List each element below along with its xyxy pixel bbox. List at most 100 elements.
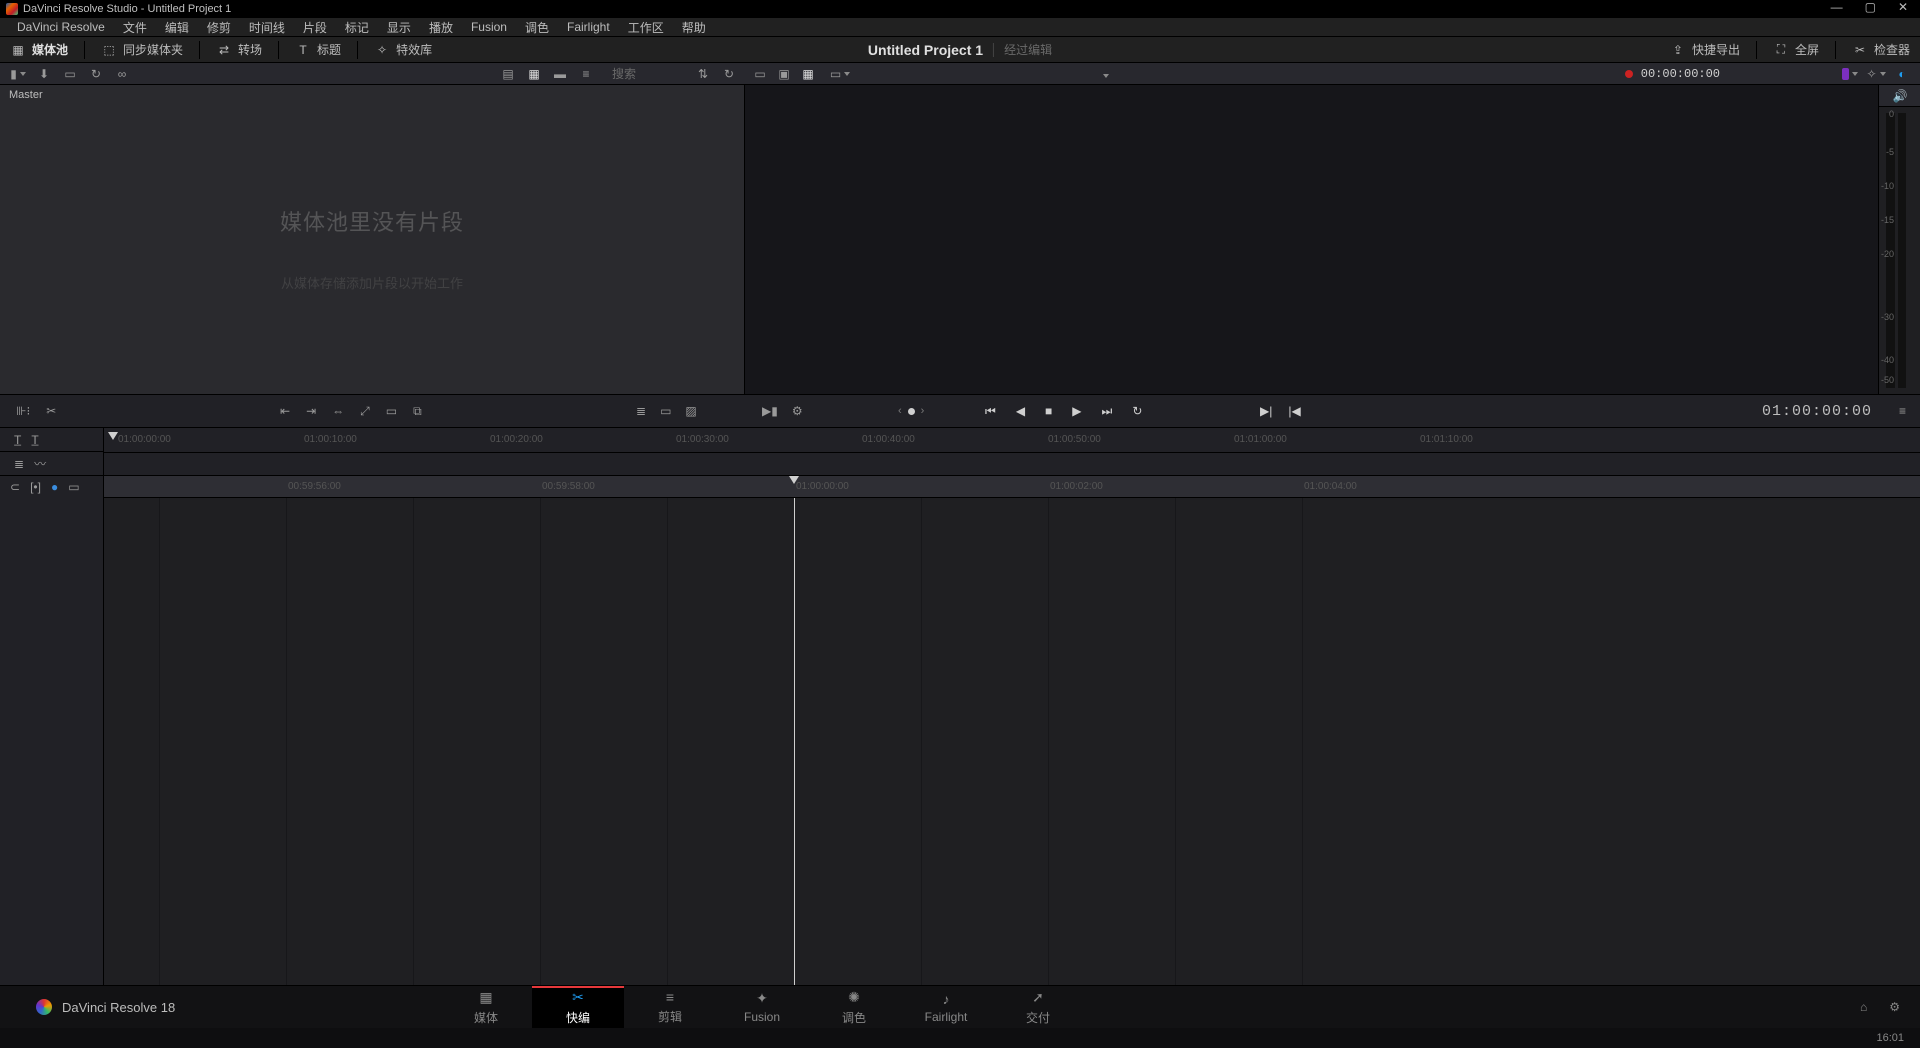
smart-insert-button[interactable]: ⇤ bbox=[280, 404, 290, 418]
timeline-track-headers[interactable] bbox=[0, 498, 104, 985]
page-tab-fairlight[interactable]: ♪Fairlight bbox=[900, 986, 992, 1028]
page-tab-fusion[interactable]: ✦Fusion bbox=[716, 986, 808, 1028]
bypass-button[interactable]: ◐ bbox=[1894, 67, 1910, 81]
maximize-button[interactable]: ▢ bbox=[1865, 0, 1876, 14]
ruler-tick: 01:00:40:00 bbox=[862, 434, 915, 445]
playhead-marker-icon[interactable] bbox=[108, 432, 118, 442]
marker-color-dropdown[interactable] bbox=[1842, 67, 1858, 81]
upper-ruler-track[interactable]: 01:00:00:00 01:00:10:00 01:00:20:00 01:0… bbox=[104, 428, 1920, 475]
project-settings-button[interactable]: ⚙ bbox=[1889, 1000, 1900, 1014]
page-tab-调色[interactable]: ✺调色 bbox=[808, 986, 900, 1028]
timeline-menu-button[interactable]: ≡ bbox=[1899, 404, 1906, 418]
strip-view-button[interactable]: ▬ bbox=[552, 67, 568, 81]
fast-review-button[interactable]: ▶▮ bbox=[762, 404, 778, 418]
quick-export-button[interactable]: ⇪快捷导出 bbox=[1670, 41, 1740, 58]
page-tab-快编[interactable]: ✂快编 bbox=[532, 986, 624, 1028]
menu-mark[interactable]: 标记 bbox=[336, 19, 378, 36]
sort-button[interactable]: ⇅ bbox=[695, 67, 711, 81]
effects-toggle[interactable]: ✧特效库 bbox=[374, 41, 432, 58]
next-edit-button[interactable]: ▶| bbox=[1260, 404, 1272, 418]
go-to-start-button[interactable]: ⏮ bbox=[985, 404, 996, 419]
menu-workspace[interactable]: 工作区 bbox=[619, 19, 673, 36]
minimize-button[interactable]: — bbox=[1831, 0, 1843, 14]
timeline-timecode[interactable]: 01:00:00:00 bbox=[1762, 403, 1872, 420]
menu-view[interactable]: 显示 bbox=[378, 19, 420, 36]
close-button[interactable]: ✕ bbox=[1898, 0, 1908, 14]
media-bin-name[interactable]: Master bbox=[0, 85, 744, 103]
timeline-ruler[interactable]: 00:59:56:00 00:59:58:00 01:00:00:00 01:0… bbox=[104, 476, 1920, 497]
menu-fusion[interactable]: Fusion bbox=[462, 20, 516, 34]
tools-1-button[interactable]: ≣ bbox=[636, 404, 646, 418]
marker-button[interactable]: [•] bbox=[30, 480, 41, 494]
go-to-end-button[interactable]: ⏭ bbox=[1102, 404, 1113, 419]
fullscreen-label: 全屏 bbox=[1795, 41, 1819, 58]
ruler-tick: 00:59:58:00 bbox=[542, 481, 595, 492]
split-clip-button[interactable]: ✂ bbox=[46, 404, 56, 418]
source-overwrite-button[interactable]: ⧉ bbox=[413, 404, 422, 419]
sync-bin-toggle[interactable]: ⬚同步媒体夹 bbox=[101, 41, 183, 58]
loop-button[interactable]: ↻ bbox=[1132, 404, 1142, 418]
bin-list-dropdown[interactable]: ▮ bbox=[10, 67, 26, 81]
fullscreen-button[interactable]: ⛶全屏 bbox=[1773, 41, 1819, 58]
home-button[interactable]: ⌂ bbox=[1860, 1000, 1867, 1014]
boring-detector-button[interactable]: ⊪⁝ bbox=[16, 404, 30, 418]
page-tab-剪辑[interactable]: ≡剪辑 bbox=[624, 986, 716, 1028]
media-pool-toggle[interactable]: ▦媒体池 bbox=[10, 41, 68, 58]
viewer-panel[interactable] bbox=[745, 85, 1878, 394]
timeline-playhead[interactable] bbox=[794, 498, 795, 985]
thumbnail-view-button[interactable]: ▦ bbox=[526, 67, 542, 81]
menu-edit[interactable]: 编辑 bbox=[156, 19, 198, 36]
stop-button[interactable]: ■ bbox=[1045, 404, 1052, 418]
titles-toggle[interactable]: T标题 bbox=[295, 41, 341, 58]
speaker-icon[interactable]: 🔊 bbox=[1879, 85, 1920, 107]
append-button[interactable]: ⇥ bbox=[306, 404, 316, 418]
closeup-button[interactable]: ⤢ bbox=[360, 404, 370, 419]
page-tab-媒体[interactable]: ▦媒体 bbox=[440, 986, 532, 1028]
viewer-option-dropdown[interactable]: ▭ bbox=[832, 67, 848, 81]
menu-help[interactable]: 帮助 bbox=[673, 19, 715, 36]
menu-file[interactable]: 文件 bbox=[114, 19, 156, 36]
page-tab-交付[interactable]: ➚交付 bbox=[992, 986, 1084, 1028]
tools-dropdown[interactable]: ✧ bbox=[1868, 67, 1884, 81]
menu-davinci[interactable]: DaVinci Resolve bbox=[8, 20, 114, 34]
place-on-top-button[interactable]: ▭ bbox=[386, 404, 397, 418]
track-tool-d-button[interactable]: 〰 bbox=[34, 455, 46, 472]
flag-button[interactable]: ● bbox=[51, 480, 58, 494]
source-timeline-button[interactable]: ▦ bbox=[800, 67, 816, 81]
menu-color[interactable]: 调色 bbox=[516, 19, 558, 36]
viewer-timecode: 00:00:00:00 bbox=[1641, 67, 1720, 81]
list-view-button[interactable]: ≡ bbox=[578, 67, 594, 81]
import-media-button[interactable]: ⬇ bbox=[36, 67, 52, 81]
new-bin-button[interactable]: ▭ bbox=[62, 67, 78, 81]
transitions-toggle[interactable]: ⇄转场 bbox=[216, 41, 262, 58]
zoom-dropdown[interactable] bbox=[1100, 67, 1109, 81]
source-clip-button[interactable]: ▣ bbox=[776, 67, 792, 81]
snap-button[interactable]: ⊂ bbox=[10, 480, 20, 494]
timeline-options-button[interactable]: ⚙ bbox=[792, 404, 803, 418]
jog-control[interactable]: ‹› bbox=[898, 405, 924, 417]
prev-edit-button[interactable]: |◀ bbox=[1288, 404, 1300, 418]
track-tool-a-button[interactable]: T̲ bbox=[14, 433, 21, 447]
menu-fairlight[interactable]: Fairlight bbox=[558, 20, 619, 34]
refresh-button[interactable]: ↻ bbox=[721, 67, 737, 81]
tools-2-button[interactable]: ▭ bbox=[660, 404, 671, 418]
track-tool-b-button[interactable]: T̲ bbox=[31, 433, 38, 447]
inspector-toggle[interactable]: ✂检查器 bbox=[1852, 41, 1910, 58]
play-reverse-button[interactable]: ◀ bbox=[1016, 404, 1025, 418]
search-input[interactable]: 搜索 bbox=[612, 65, 636, 82]
menu-timeline[interactable]: 时间线 bbox=[240, 19, 294, 36]
metadata-view-button[interactable]: ▤ bbox=[500, 67, 516, 81]
menu-clip[interactable]: 片段 bbox=[294, 19, 336, 36]
timeline-tracks[interactable] bbox=[104, 498, 1920, 985]
menu-trim[interactable]: 修剪 bbox=[198, 19, 240, 36]
page-tab-icon: ≡ bbox=[666, 989, 674, 1005]
tools-3-button[interactable]: ▨ bbox=[685, 404, 696, 418]
menu-playback[interactable]: 播放 bbox=[420, 19, 462, 36]
track-tool-c-button[interactable]: ≣ bbox=[14, 457, 24, 471]
sync-clips-button[interactable]: ↻ bbox=[88, 67, 104, 81]
audio-sync-button[interactable]: ▭ bbox=[68, 480, 79, 494]
link-button[interactable]: ∞ bbox=[114, 67, 130, 81]
play-button[interactable]: ▶ bbox=[1072, 404, 1081, 418]
source-tape-button[interactable]: ▭ bbox=[752, 67, 768, 81]
ripple-overwrite-button[interactable]: ⇔ bbox=[332, 404, 344, 418]
